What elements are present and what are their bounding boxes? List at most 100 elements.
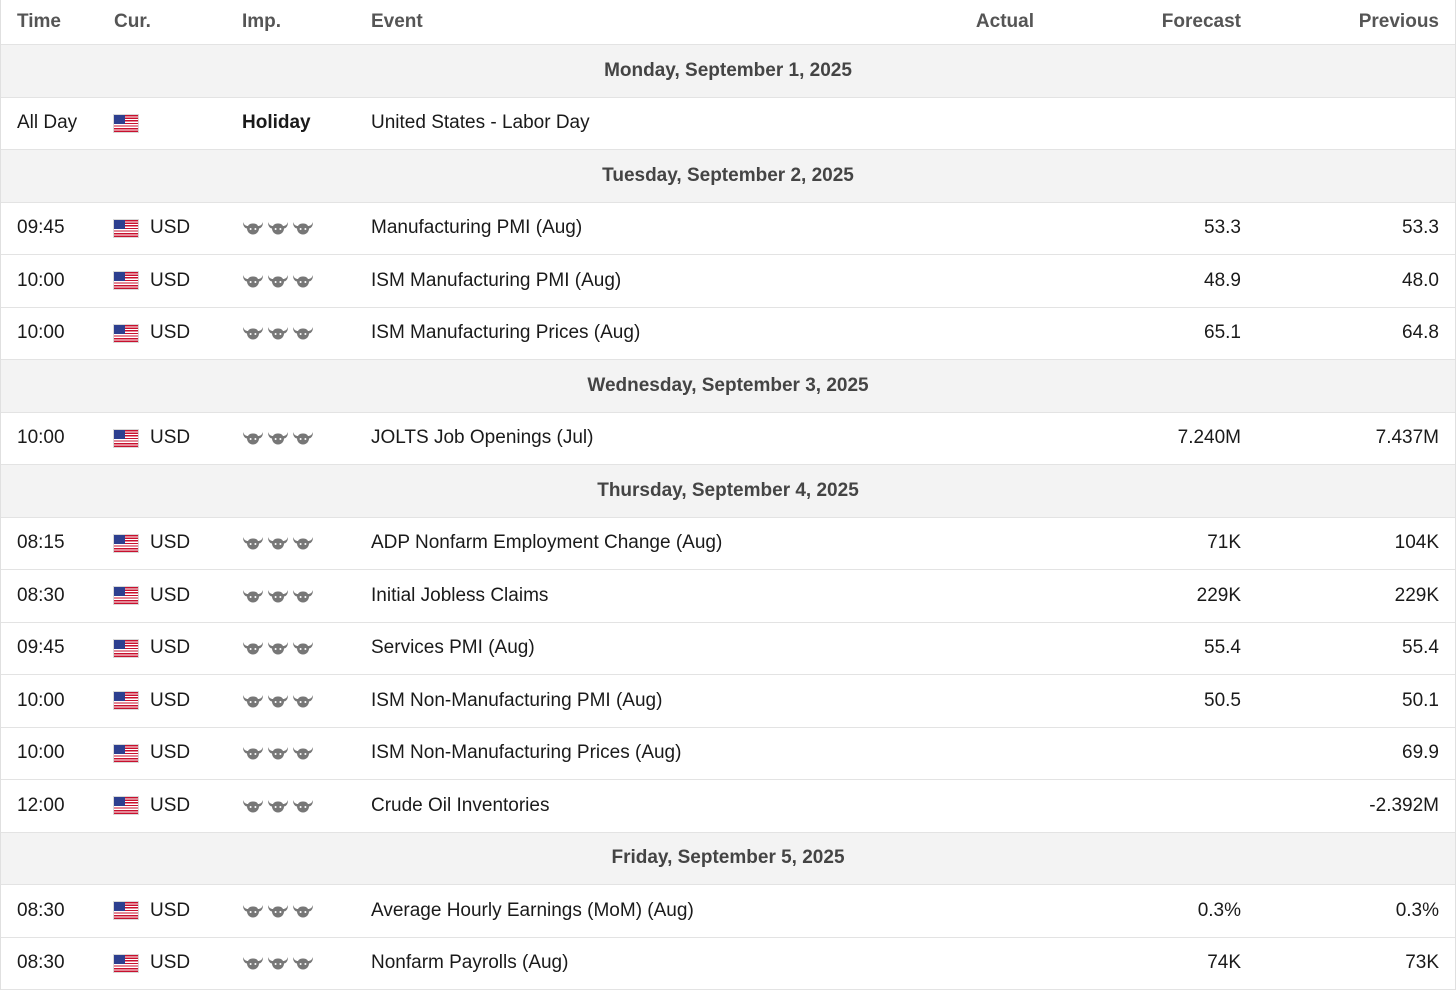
event-previous: 64.8: [1402, 308, 1439, 360]
bull-icon: [267, 955, 289, 971]
table-row[interactable]: 10:00 USD ISM Non-Manufacturing PMI (Aug…: [1, 675, 1455, 728]
event-name[interactable]: Crude Oil Inventories: [371, 780, 549, 832]
event-name[interactable]: Manufacturing PMI (Aug): [371, 203, 582, 255]
importance-rating: [242, 535, 314, 551]
table-row[interactable]: 08:30 USD Average Hourly Earnings (MoM) …: [1, 885, 1455, 938]
header-previous[interactable]: Previous: [1359, 0, 1439, 44]
event-currency: USD: [114, 938, 190, 990]
event-previous: 229K: [1395, 570, 1439, 622]
event-time: 09:45: [17, 203, 65, 255]
bull-icon: [242, 693, 264, 709]
currency-code: USD: [150, 532, 190, 554]
bull-icon: [267, 903, 289, 919]
calendar-body: Monday, September 1, 2025 All Day Holida…: [1, 45, 1455, 990]
event-importance: [242, 203, 314, 255]
table-row[interactable]: All Day Holiday United States - Labor Da…: [1, 98, 1455, 151]
event-importance: [242, 255, 314, 307]
event-name[interactable]: ADP Nonfarm Employment Change (Aug): [371, 518, 722, 570]
event-name[interactable]: ISM Manufacturing PMI (Aug): [371, 255, 621, 307]
holiday-label: Holiday: [242, 112, 311, 134]
event-name[interactable]: Initial Jobless Claims: [371, 570, 548, 622]
event-forecast: 7.240M: [1178, 413, 1241, 465]
bull-icon: [242, 903, 264, 919]
bull-icon: [267, 693, 289, 709]
bull-icon: [292, 693, 314, 709]
event-forecast: 48.9: [1204, 255, 1241, 307]
us-flag-icon: [114, 430, 138, 447]
header-actual[interactable]: Actual: [976, 0, 1034, 44]
header-time[interactable]: Time: [17, 0, 61, 44]
event-importance: [242, 938, 314, 990]
event-name[interactable]: Average Hourly Earnings (MoM) (Aug): [371, 885, 694, 937]
event-previous: 73K: [1405, 938, 1439, 990]
event-currency: USD: [114, 518, 190, 570]
table-row[interactable]: 10:00 USD ISM Manufacturing PMI (Aug) 48…: [1, 255, 1455, 308]
event-name[interactable]: ISM Manufacturing Prices (Aug): [371, 308, 640, 360]
event-importance: Holiday: [242, 98, 311, 150]
event-currency: [114, 98, 150, 150]
day-header-row: Monday, September 1, 2025: [1, 45, 1455, 98]
event-importance: [242, 728, 314, 780]
currency-code: USD: [150, 322, 190, 344]
bull-icon: [292, 220, 314, 236]
bull-icon: [242, 325, 264, 341]
event-forecast: 74K: [1207, 938, 1241, 990]
table-row[interactable]: 10:00 USD ISM Manufacturing Prices (Aug)…: [1, 308, 1455, 361]
event-importance: [242, 308, 314, 360]
currency-code: USD: [150, 217, 190, 239]
bull-icon: [292, 273, 314, 289]
event-time: All Day: [17, 98, 77, 150]
event-previous: 55.4: [1402, 623, 1439, 675]
day-label: Thursday, September 4, 2025: [1, 465, 1455, 517]
currency-code: USD: [150, 742, 190, 764]
header-importance[interactable]: Imp.: [242, 0, 281, 44]
currency-code: USD: [150, 952, 190, 974]
event-importance: [242, 780, 314, 832]
event-time: 08:30: [17, 570, 65, 622]
table-row[interactable]: 10:00 USD JOLTS Job Openings (Jul) 7.240…: [1, 413, 1455, 466]
header-forecast[interactable]: Forecast: [1162, 0, 1241, 44]
event-name[interactable]: United States - Labor Day: [371, 98, 590, 150]
bull-icon: [267, 273, 289, 289]
event-forecast: 229K: [1197, 570, 1241, 622]
day-header-row: Wednesday, September 3, 2025: [1, 360, 1455, 413]
event-time: 10:00: [17, 413, 65, 465]
bull-icon: [292, 745, 314, 761]
table-row[interactable]: 10:00 USD ISM Non-Manufacturing Prices (…: [1, 728, 1455, 781]
importance-rating: [242, 903, 314, 919]
us-flag-icon: [114, 535, 138, 552]
table-row[interactable]: 08:15 USD ADP Nonfarm Employment Change …: [1, 518, 1455, 571]
bull-icon: [267, 535, 289, 551]
event-time: 08:30: [17, 938, 65, 990]
event-name[interactable]: Nonfarm Payrolls (Aug): [371, 938, 568, 990]
header-currency[interactable]: Cur.: [114, 0, 151, 44]
bull-icon: [267, 588, 289, 604]
event-importance: [242, 518, 314, 570]
event-previous: 7.437M: [1376, 413, 1439, 465]
day-label: Wednesday, September 3, 2025: [1, 360, 1455, 412]
bull-icon: [292, 798, 314, 814]
currency-code: USD: [150, 637, 190, 659]
event-previous: 48.0: [1402, 255, 1439, 307]
bull-icon: [292, 535, 314, 551]
event-name[interactable]: ISM Non-Manufacturing Prices (Aug): [371, 728, 681, 780]
event-name[interactable]: JOLTS Job Openings (Jul): [371, 413, 593, 465]
event-name[interactable]: ISM Non-Manufacturing PMI (Aug): [371, 675, 662, 727]
bull-icon: [242, 745, 264, 761]
bull-icon: [242, 273, 264, 289]
bull-icon: [267, 325, 289, 341]
header-event[interactable]: Event: [371, 0, 423, 44]
event-previous: 104K: [1395, 518, 1439, 570]
event-forecast: 0.3%: [1198, 885, 1241, 937]
table-row[interactable]: 09:45 USD Services PMI (Aug) 55.4 55.4: [1, 623, 1455, 676]
table-row[interactable]: 08:30 USD Initial Jobless Claims 229K 22…: [1, 570, 1455, 623]
event-forecast: 65.1: [1204, 308, 1241, 360]
table-row[interactable]: 12:00 USD Crude Oil Inventories -2.392M: [1, 780, 1455, 833]
event-currency: USD: [114, 675, 190, 727]
table-row[interactable]: 09:45 USD Manufacturing PMI (Aug) 53.3 5…: [1, 203, 1455, 256]
importance-rating: [242, 640, 314, 656]
us-flag-icon: [114, 745, 138, 762]
event-currency: USD: [114, 780, 190, 832]
event-name[interactable]: Services PMI (Aug): [371, 623, 535, 675]
table-row[interactable]: 08:30 USD Nonfarm Payrolls (Aug) 74K 73K: [1, 938, 1455, 990]
